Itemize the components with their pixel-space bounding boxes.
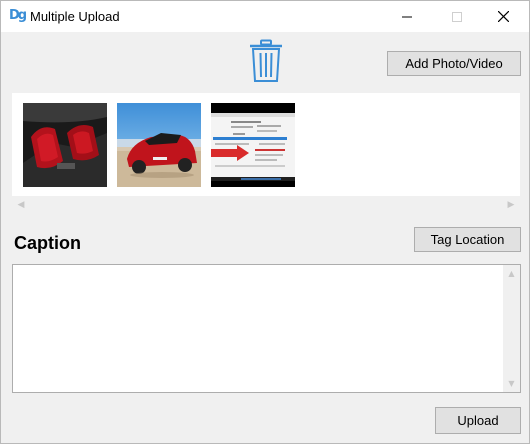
delete-button[interactable] [248, 39, 284, 83]
media-gallery [12, 93, 520, 196]
close-button[interactable] [480, 1, 526, 32]
maximize-icon [452, 11, 462, 22]
thumbnail-car-interior[interactable] [23, 103, 107, 187]
chevron-left-icon[interactable]: ◀ [15, 199, 27, 211]
caption-input-box: ▲ ▼ [12, 264, 521, 393]
window-title: Multiple Upload [30, 9, 120, 24]
multiple-upload-window: Dg Multiple Upload Add Photo/Video ◀ ▶ C… [0, 0, 530, 444]
chevron-down-icon[interactable]: ▼ [506, 378, 517, 389]
app-logo-icon: Dg [9, 8, 27, 23]
close-icon [497, 11, 509, 22]
maximize-button[interactable] [434, 1, 480, 32]
caption-heading: Caption [14, 233, 81, 253]
caption-vertical-scrollbar[interactable]: ▲ ▼ [503, 265, 520, 392]
chevron-up-icon[interactable]: ▲ [506, 268, 517, 279]
web-screenshot-image [211, 103, 295, 187]
thumbnail-screenshot[interactable] [211, 103, 295, 187]
red-car-image [117, 103, 201, 187]
caption-textarea[interactable] [13, 265, 503, 392]
upload-button[interactable]: Upload [435, 407, 521, 434]
minimize-button[interactable] [384, 1, 430, 32]
tag-location-button[interactable]: Tag Location [414, 227, 521, 252]
trash-icon [250, 39, 282, 82]
thumbnail-red-car[interactable] [117, 103, 201, 187]
car-interior-image [23, 103, 107, 187]
gallery-horizontal-scrollbar[interactable]: ◀ ▶ [12, 197, 520, 214]
add-photo-video-button[interactable]: Add Photo/Video [387, 51, 521, 76]
chevron-right-icon[interactable]: ▶ [505, 199, 517, 211]
minimize-icon [402, 16, 412, 17]
title-bar: Dg Multiple Upload [1, 1, 529, 32]
